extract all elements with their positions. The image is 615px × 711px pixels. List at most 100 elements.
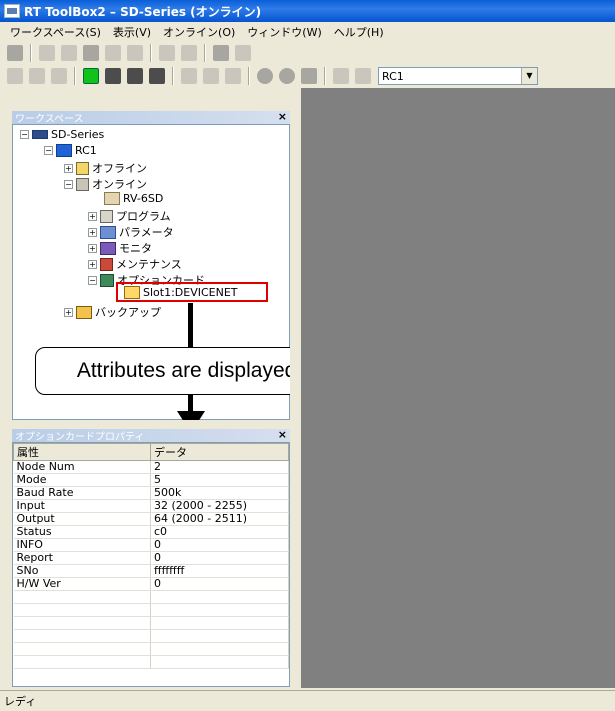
collapse-icon[interactable]: − bbox=[44, 146, 53, 155]
close-icon[interactable]: × bbox=[278, 110, 287, 123]
status-bar: レディ bbox=[0, 690, 615, 711]
attribute-cell: SNo bbox=[13, 564, 151, 578]
attribute-cell: INFO bbox=[13, 538, 151, 552]
upload-icon[interactable] bbox=[159, 45, 175, 61]
table-row bbox=[13, 616, 289, 630]
collapse-icon[interactable]: − bbox=[88, 275, 97, 285]
menu-window[interactable]: ウィンドウ(W) bbox=[241, 24, 327, 40]
table-row[interactable]: SNo ffffffff bbox=[13, 564, 289, 578]
sort-icon[interactable] bbox=[181, 45, 197, 61]
table-row[interactable]: Status c0 bbox=[13, 525, 289, 539]
collapse-icon[interactable]: − bbox=[64, 179, 73, 189]
edit-icon[interactable] bbox=[7, 68, 23, 84]
arrow-shaft bbox=[188, 303, 193, 347]
square-icon[interactable] bbox=[301, 68, 317, 84]
tree-label: メンテナンス bbox=[116, 258, 182, 271]
table-row bbox=[13, 629, 289, 643]
paste-icon[interactable] bbox=[83, 45, 99, 61]
column-header-attribute[interactable]: 属性 bbox=[13, 443, 151, 461]
book-icon[interactable] bbox=[213, 45, 229, 61]
table-row[interactable]: Mode 5 bbox=[13, 473, 289, 487]
write-icon[interactable] bbox=[29, 68, 45, 84]
value-cell bbox=[150, 616, 289, 630]
tree-node-maintenance[interactable]: + メンテナンス bbox=[88, 256, 182, 272]
table-row[interactable]: Node Num 2 bbox=[13, 460, 289, 474]
table-row[interactable]: Input 32 (2000 - 2255) bbox=[13, 499, 289, 513]
chevron-down-icon[interactable]: ▼ bbox=[521, 68, 537, 84]
expand-icon[interactable]: + bbox=[88, 243, 97, 253]
value-cell bbox=[150, 655, 289, 669]
cut-icon[interactable] bbox=[39, 45, 55, 61]
column-header-data[interactable]: データ bbox=[150, 443, 289, 461]
help-pointer-icon[interactable] bbox=[235, 45, 251, 61]
window-tile-horizontal-icon[interactable] bbox=[203, 68, 219, 84]
value-cell: 5 bbox=[150, 473, 289, 487]
close-icon[interactable]: × bbox=[278, 428, 287, 441]
value-cell: c0 bbox=[150, 525, 289, 539]
attribute-cell: Output bbox=[13, 512, 151, 526]
app-icon bbox=[4, 4, 20, 18]
value-cell bbox=[150, 603, 289, 617]
attribute-cell: Status bbox=[13, 525, 151, 539]
tree-node-root[interactable]: − SD-Series bbox=[20, 128, 104, 141]
attribute-cell: Mode bbox=[13, 473, 151, 487]
toolbar-separator bbox=[30, 44, 32, 62]
table-row[interactable]: INFO 0 bbox=[13, 538, 289, 552]
workspace-icon bbox=[32, 130, 48, 139]
robot-select-value: RC1 bbox=[382, 69, 404, 83]
attribute-cell: Input bbox=[13, 499, 151, 513]
vertical-splitter[interactable] bbox=[290, 88, 301, 688]
tree-node-robot[interactable]: − RC1 bbox=[44, 144, 97, 157]
document-icon[interactable] bbox=[105, 45, 121, 61]
copy-icon[interactable] bbox=[61, 45, 77, 61]
attribute-cell bbox=[13, 590, 151, 604]
image-icon[interactable] bbox=[127, 45, 143, 61]
tree-label: RV-6SD bbox=[123, 192, 164, 205]
menu-online[interactable]: オンライン(O) bbox=[157, 24, 241, 40]
table-row[interactable]: Report 0 bbox=[13, 551, 289, 565]
value-cell bbox=[150, 642, 289, 656]
title-bar: RT ToolBox2 – SD-Series (オンライン) bbox=[0, 0, 615, 22]
tree-node-parameter[interactable]: + パラメータ bbox=[88, 224, 174, 240]
menu-view[interactable]: 表示(V) bbox=[107, 24, 157, 40]
list-icon[interactable] bbox=[51, 68, 67, 84]
robot-1-icon[interactable] bbox=[105, 68, 121, 84]
print-icon[interactable] bbox=[333, 68, 349, 84]
expand-icon[interactable]: + bbox=[64, 163, 73, 173]
collapse-icon[interactable]: − bbox=[20, 130, 29, 139]
tree-node-offline[interactable]: + オフライン bbox=[64, 160, 147, 176]
tree-node-backup[interactable]: + バックアップ bbox=[64, 304, 161, 320]
table-row[interactable]: Output 64 (2000 - 2511) bbox=[13, 512, 289, 526]
attribute-cell: Node Num bbox=[13, 460, 151, 474]
expand-icon[interactable]: + bbox=[88, 259, 97, 269]
circle-1-icon[interactable] bbox=[257, 68, 273, 84]
window-cascade-icon[interactable] bbox=[181, 68, 197, 84]
expand-icon[interactable]: + bbox=[88, 211, 97, 221]
properties-header: オプションカードプロパティ × bbox=[12, 428, 290, 443]
table-row[interactable]: Baud Rate 500k bbox=[13, 486, 289, 500]
tree-node-model[interactable]: RV-6SD bbox=[104, 192, 163, 205]
tree-node-program[interactable]: + プログラム bbox=[88, 208, 171, 224]
tree-label: プログラム bbox=[116, 210, 171, 223]
value-cell: 0 bbox=[150, 577, 289, 591]
expand-icon[interactable]: + bbox=[64, 307, 73, 317]
tree-node-monitor[interactable]: + モニタ bbox=[88, 240, 152, 256]
table-row[interactable]: H/W Ver 0 bbox=[13, 577, 289, 591]
save-icon[interactable] bbox=[7, 45, 23, 61]
window-tile-vertical-icon[interactable] bbox=[225, 68, 241, 84]
value-cell: 0 bbox=[150, 538, 289, 552]
mdi-client-area[interactable] bbox=[301, 88, 615, 688]
help-icon[interactable] bbox=[355, 68, 371, 84]
tree-node-online[interactable]: − オンライン bbox=[64, 176, 147, 192]
circle-2-icon[interactable] bbox=[279, 68, 295, 84]
robot-3-icon[interactable] bbox=[149, 68, 165, 84]
workspace-header: ワークスペース × bbox=[12, 110, 290, 125]
online-icon[interactable] bbox=[83, 68, 99, 84]
robot-select[interactable]: RC1 ▼ bbox=[378, 67, 538, 85]
expand-icon[interactable]: + bbox=[88, 227, 97, 237]
tree-label: RC1 bbox=[75, 144, 97, 157]
menu-workspace[interactable]: ワークスペース(S) bbox=[4, 24, 107, 40]
robot-2-icon[interactable] bbox=[127, 68, 143, 84]
menu-help[interactable]: ヘルプ(H) bbox=[328, 24, 390, 40]
attribute-cell bbox=[13, 616, 151, 630]
